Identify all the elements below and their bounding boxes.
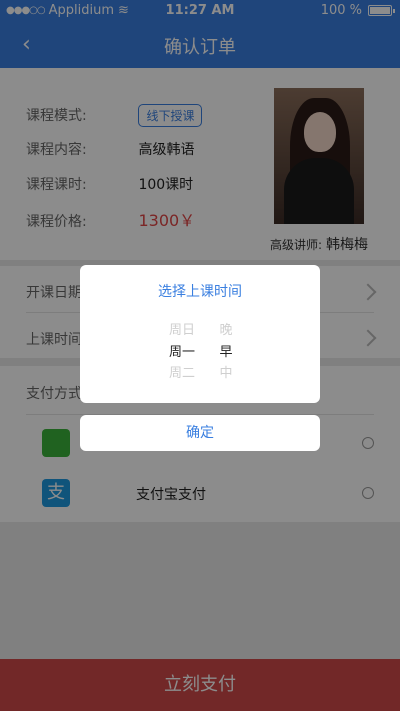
time-picker-dialog: 选择上课时间 周日 周一 周二 晚 早 中 — [80, 265, 320, 403]
confirm-button[interactable]: 确定 — [80, 415, 320, 451]
picker-day-selected[interactable]: 周一 — [162, 341, 202, 360]
picker-time-selected[interactable]: 早 — [206, 341, 246, 360]
picker-day-option[interactable]: 周二 — [162, 362, 202, 381]
picker-time-option[interactable]: 中 — [206, 362, 246, 381]
picker-time-option[interactable]: 晚 — [206, 319, 246, 338]
dialog-title: 选择上课时间 — [158, 284, 242, 300]
picker-day-option[interactable]: 周日 — [162, 319, 202, 338]
